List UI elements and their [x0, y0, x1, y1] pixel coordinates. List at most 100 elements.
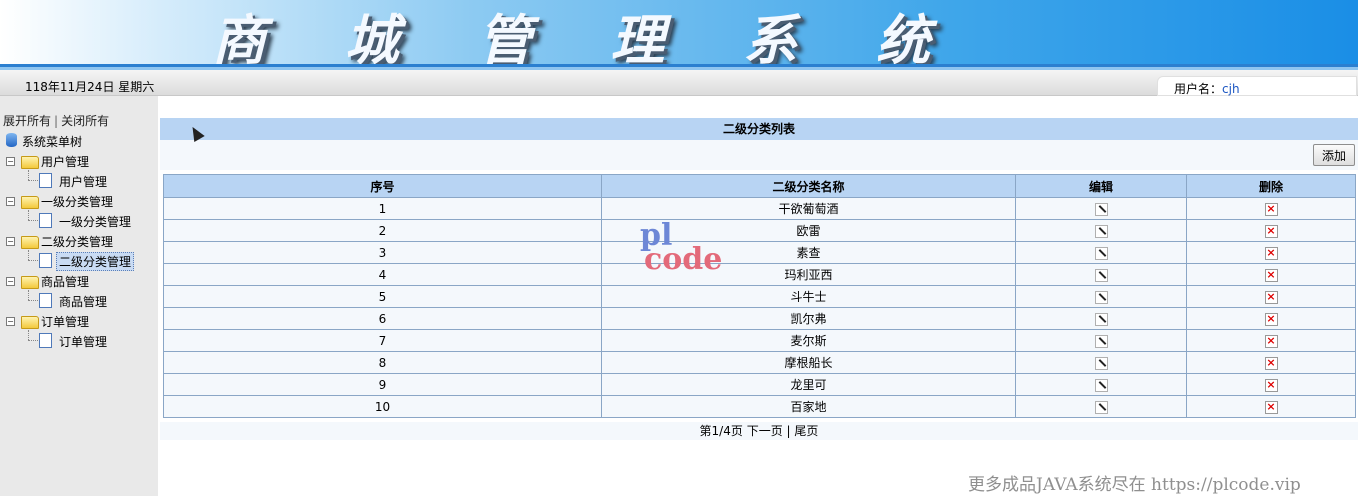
current-date: 118年11月24日 星期六	[25, 80, 155, 94]
cell-name: 龙里可	[601, 373, 1016, 396]
folder-open-icon	[21, 196, 39, 209]
table-row: 7 麦尔斯 ×	[163, 329, 1356, 352]
tree-group-label: 商品管理	[41, 275, 90, 289]
cell-name: 斗牛士	[601, 285, 1016, 308]
page-icon	[39, 253, 52, 268]
tree-connector	[28, 250, 29, 260]
user-label: 用户名：	[1174, 82, 1223, 96]
delete-icon[interactable]: ×	[1264, 356, 1278, 370]
collapse-toggle-icon[interactable]: −	[6, 157, 15, 166]
edit-icon[interactable]	[1094, 312, 1108, 326]
column-header-delete: 删除	[1186, 174, 1356, 198]
table-row: 1 干欲葡萄酒 ×	[163, 197, 1356, 220]
page-info: 第1/4页	[699, 424, 743, 438]
cell-no: 9	[163, 373, 602, 396]
delete-icon[interactable]: ×	[1264, 378, 1278, 392]
add-button[interactable]: 添加	[1313, 144, 1355, 166]
tree-item-category1-manage[interactable]: 一级分类管理	[39, 212, 159, 230]
cell-delete: ×	[1186, 241, 1356, 264]
folder-open-icon	[21, 236, 39, 249]
collapse-toggle-icon[interactable]: −	[6, 317, 15, 326]
delete-icon[interactable]: ×	[1264, 312, 1278, 326]
tree-item-product-manage[interactable]: 商品管理	[39, 292, 159, 310]
cell-no: 4	[163, 263, 602, 286]
delete-icon[interactable]: ×	[1264, 400, 1278, 414]
edit-icon[interactable]	[1094, 290, 1108, 304]
tree-controls: 展开所有 | 关闭所有	[3, 112, 109, 129]
link-separator: |	[54, 114, 59, 128]
page-icon	[39, 173, 52, 188]
collapse-toggle-icon[interactable]: −	[6, 277, 15, 286]
edit-icon[interactable]	[1094, 400, 1108, 414]
delete-icon[interactable]: ×	[1264, 246, 1278, 260]
column-header-no: 序号	[163, 174, 602, 198]
cell-edit	[1015, 373, 1187, 396]
edit-icon[interactable]	[1094, 334, 1108, 348]
cell-name: 干欲葡萄酒	[601, 197, 1016, 220]
folder-open-icon	[21, 316, 39, 329]
edit-icon[interactable]	[1094, 246, 1108, 260]
delete-icon[interactable]: ×	[1264, 268, 1278, 282]
tree-connector	[28, 330, 29, 340]
tree-group-user[interactable]: − 用户管理	[6, 152, 156, 170]
tree-item-order-manage[interactable]: 订单管理	[39, 332, 159, 350]
table-body: 1 干欲葡萄酒 × 2 欧雷 × 3 素查 × 4 玛利亚西 × 5 斗牛士 × 6 凯尔弗 × 7 麦尔斯 × 8 摩根船…	[163, 197, 1356, 418]
tree-group-product[interactable]: − 商品管理	[6, 272, 156, 290]
tree-connector	[28, 300, 38, 301]
edit-icon[interactable]	[1094, 356, 1108, 370]
tree-group-label: 一级分类管理	[41, 195, 114, 209]
edit-icon[interactable]	[1094, 202, 1108, 216]
tree-group-category1[interactable]: − 一级分类管理	[6, 192, 156, 210]
pagination: 第1/4页 下一页 | 尾页	[160, 422, 1358, 440]
cell-edit	[1015, 307, 1187, 330]
table-row: 4 玛利亚西 ×	[163, 263, 1356, 286]
cell-edit	[1015, 285, 1187, 308]
cell-no: 1	[163, 197, 602, 220]
tree-item-category2-manage[interactable]: 二级分类管理	[39, 252, 159, 271]
cell-delete: ×	[1186, 395, 1356, 418]
cell-no: 6	[163, 307, 602, 330]
cell-delete: ×	[1186, 219, 1356, 242]
delete-icon[interactable]: ×	[1264, 290, 1278, 304]
cell-no: 5	[163, 285, 602, 308]
collapse-all-link[interactable]: 关闭所有	[61, 114, 109, 128]
page-icon	[39, 213, 52, 228]
cell-edit	[1015, 219, 1187, 242]
watermark-note: 更多成品JAVA系统尽在 https://plcode.vip	[968, 475, 1301, 495]
tree-group-label: 用户管理	[41, 155, 90, 169]
column-header-name: 二级分类名称	[601, 174, 1016, 198]
category-table: 序号 二级分类名称 编辑 删除 1 干欲葡萄酒 × 2 欧雷 × 3 素查 × 4 玛利亚西 × 5 斗牛…	[163, 174, 1356, 418]
expand-all-link[interactable]: 展开所有	[3, 114, 51, 128]
collapse-toggle-icon[interactable]: −	[6, 237, 15, 246]
tree-group-label: 订单管理	[41, 315, 90, 329]
cell-edit	[1015, 351, 1187, 374]
tree-group-order[interactable]: − 订单管理	[6, 312, 156, 330]
edit-icon[interactable]	[1094, 378, 1108, 392]
watermark-logo-bottom: code	[644, 242, 723, 277]
cell-edit	[1015, 241, 1187, 264]
collapse-toggle-icon[interactable]: −	[6, 197, 15, 206]
column-header-edit: 编辑	[1015, 174, 1187, 198]
tree-group-category2[interactable]: − 二级分类管理	[6, 232, 156, 250]
username: cjh	[1222, 82, 1240, 96]
tree-item-label: 订单管理	[59, 335, 108, 349]
system-title: 商 城 管 理 系 统	[212, 8, 960, 64]
edit-icon[interactable]	[1094, 224, 1108, 238]
cell-edit	[1015, 329, 1187, 352]
delete-icon[interactable]: ×	[1264, 334, 1278, 348]
main-content: 二级分类列表 添加 序号 二级分类名称 编辑 删除 1 干欲葡萄酒 × 2 欧雷 × 3 素查…	[160, 96, 1358, 496]
user-info: 用户名：cjh	[1174, 80, 1240, 97]
tree-item-label-selected: 二级分类管理	[56, 252, 135, 271]
folder-open-icon	[21, 156, 39, 169]
next-page-link[interactable]: 下一页	[747, 424, 783, 438]
page-icon	[39, 333, 52, 348]
last-page-link[interactable]: 尾页	[794, 424, 818, 438]
tree-connector	[28, 210, 29, 220]
edit-icon[interactable]	[1094, 268, 1108, 282]
delete-icon[interactable]: ×	[1264, 202, 1278, 216]
table-row: 3 素查 ×	[163, 241, 1356, 264]
tree-item-user-manage[interactable]: 用户管理	[39, 172, 159, 190]
delete-icon[interactable]: ×	[1264, 224, 1278, 238]
table-row: 2 欧雷 ×	[163, 219, 1356, 242]
user-box: 用户名：cjh	[1157, 76, 1357, 96]
